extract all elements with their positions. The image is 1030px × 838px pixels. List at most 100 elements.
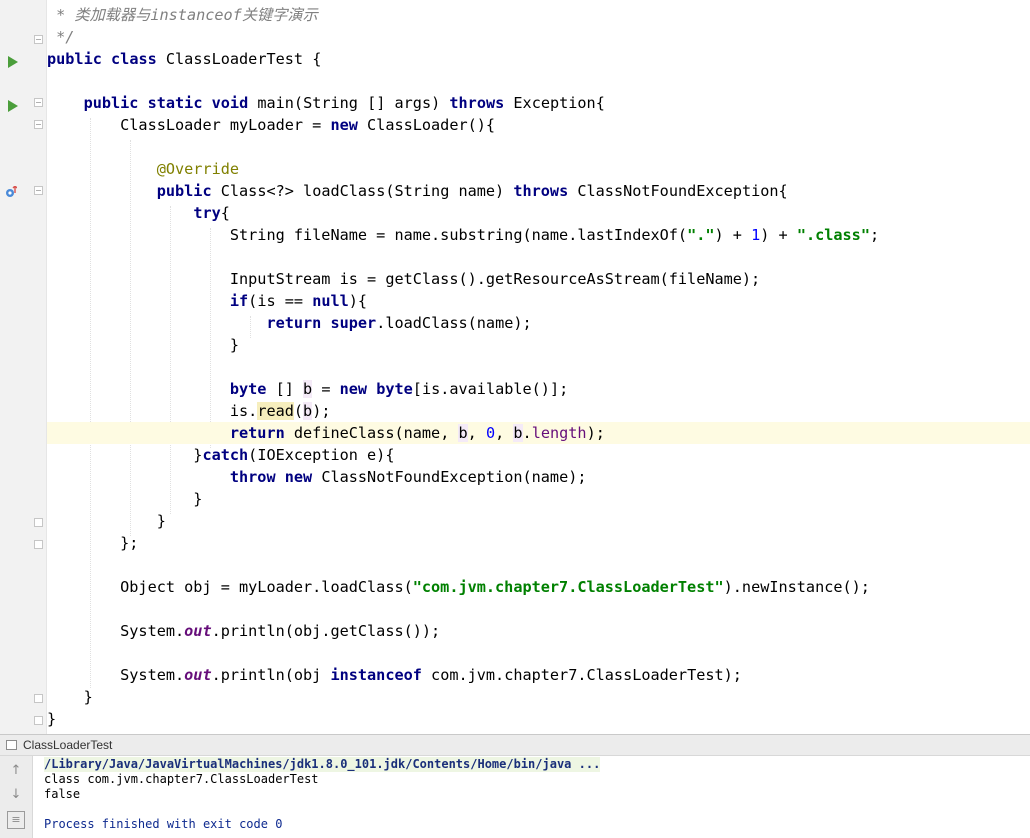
code-line[interactable]: public Class<?> loadClass(String name) t… [47,180,1030,202]
code-line[interactable]: }; [47,532,1030,554]
code-line[interactable] [47,246,1030,268]
code-line[interactable] [47,598,1030,620]
code-line[interactable] [47,356,1030,378]
token-kw: public [83,94,139,112]
code-line[interactable]: } [47,708,1030,730]
token-kw: public [47,50,102,68]
fold-marker-icon[interactable] [34,518,43,527]
fold-marker-icon[interactable] [34,716,43,725]
token-text: } [47,512,166,530]
run-class-icon[interactable] [8,56,18,68]
token-text: ) + [714,226,752,244]
code-line[interactable]: } [47,334,1030,356]
code-line[interactable]: if(is == null){ [47,290,1030,312]
code-line[interactable]: Object obj = myLoader.loadClass("com.jvm… [47,576,1030,598]
token-text: System. [47,622,185,640]
token-kw: null [312,292,349,310]
token-text: } [47,710,57,728]
token-text: } [47,688,93,706]
token-text: ) + [760,226,797,244]
token-kw: public [156,182,212,200]
run-tab-bar: ClassLoaderTest [0,734,1030,756]
token-text: (IOException e){ [248,446,395,464]
code-line[interactable]: } [47,488,1030,510]
code-line[interactable]: return defineClass(name, b, 0, b.length)… [47,422,1030,444]
code-line[interactable]: String fileName = name.substring(name.la… [47,224,1030,246]
code-line[interactable]: }catch(IOException e){ [47,444,1030,466]
token-text: = [312,380,340,398]
down-arrow-icon[interactable]: ↓ [7,786,25,804]
code-line[interactable] [47,136,1030,158]
token-num: 1 [751,226,761,244]
fold-marker-icon[interactable] [34,540,43,549]
console-exit-message: Process finished with exit code 0 [44,817,283,831]
token-usage: b [303,402,313,420]
code-line[interactable]: try{ [47,202,1030,224]
code-editor[interactable]: * 类加载器与instanceof关键字演示 */ public class Cl… [0,0,1030,734]
token-kw: new [339,380,368,398]
token-fld: out [184,666,212,684]
token-text: ).newInstance(); [723,578,870,596]
token-text: (is == [248,292,313,310]
code-line[interactable] [47,554,1030,576]
up-arrow-icon[interactable]: ↑ [7,762,25,780]
run-main-icon[interactable] [8,100,18,112]
code-line[interactable]: } [47,510,1030,532]
token-text: . [522,424,532,442]
token-text: .loadClass(name); [376,314,532,332]
code-line[interactable] [47,70,1030,92]
token-str: "com.jvm.chapter7.ClassLoaderTest" [412,578,724,596]
code-line[interactable] [47,642,1030,664]
fold-marker-icon[interactable] [34,98,43,107]
console-output-line: false [44,787,81,801]
code-line[interactable]: * 类加载器与instanceof关键字演示 [47,4,1030,26]
token-text: InputStream is = getClass().getResourceA… [47,270,761,288]
code-line[interactable]: } [47,686,1030,708]
code-line[interactable]: System.out.println(obj instanceof com.jv… [47,664,1030,686]
editor-gutter[interactable] [0,0,46,734]
fold-marker-icon[interactable] [34,186,43,195]
fold-marker-icon[interactable] [34,694,43,703]
soft-wrap-icon[interactable]: ≡ [7,811,25,829]
token-usage: b [458,424,468,442]
token-text: is. [47,402,258,420]
token-kw: new [330,116,358,134]
token-text: } [47,336,240,354]
token-text: , [495,424,514,442]
code-line[interactable]: public class ClassLoaderTest { [47,48,1030,70]
code-line[interactable]: InputStream is = getClass().getResourceA… [47,268,1030,290]
token-text: [] [266,380,304,398]
token-text: ClassLoader myLoader = [47,116,331,134]
code-line[interactable]: ClassLoader myLoader = new ClassLoader()… [47,114,1030,136]
code-line[interactable]: public static void main(String [] args) … [47,92,1030,114]
token-kw: byte [229,380,267,398]
code-line[interactable]: byte [] b = new byte[is.available()]; [47,378,1030,400]
token-text: ( [293,402,304,420]
token-text: Class<?> loadClass(String name) [211,182,514,200]
token-cmt: */ [47,28,75,46]
token-fld2: length [531,424,587,442]
run-tab-label[interactable]: ClassLoaderTest [23,738,112,752]
token-kw: static [147,94,203,112]
code-line[interactable]: return super.loadClass(name); [47,312,1030,334]
token-text: System. [47,666,185,684]
token-str: "." [687,226,715,244]
token-kw: byte [376,380,413,398]
token-text: ClassNotFoundException(name); [312,468,587,486]
code-line[interactable]: throw new ClassNotFoundException(name); [47,466,1030,488]
console-command-line[interactable]: /Library/Java/JavaVirtualMachines/jdk1.8… [44,757,601,772]
fold-marker-icon[interactable] [34,35,43,44]
token-text: }; [47,534,139,552]
override-method-icon[interactable] [5,186,17,198]
code-line[interactable]: */ [47,26,1030,48]
fold-marker-icon[interactable] [34,120,43,129]
code-line[interactable]: System.out.println(obj.getClass()); [47,620,1030,642]
token-ann: @Override [156,160,240,178]
code-line[interactable]: @Override [47,158,1030,180]
code-line[interactable]: is.read(b); [47,400,1030,422]
